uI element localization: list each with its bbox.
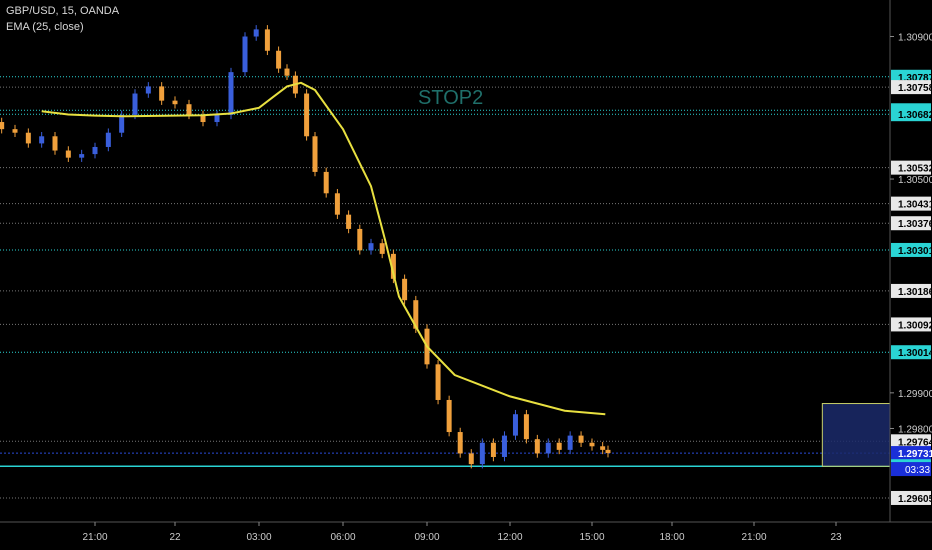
price-tag-label: 1.30532 [898,164,932,175]
x-tick-label: 12:00 [497,532,522,543]
x-tick-label: 15:00 [579,532,604,543]
y-tick-label: 1.30900 [898,33,932,44]
price-tag-label: 1.30758 [898,83,932,94]
candle-body[interactable] [605,449,611,454]
x-tick-label: 23 [830,532,842,543]
x-tick-label: 09:00 [414,532,439,543]
price-tag-label: 1.30186 [898,287,932,298]
candle-body[interactable] [228,72,234,115]
price-tag-label: 1.30376 [898,219,932,230]
x-tick-label: 22 [169,532,181,543]
candle-body[interactable] [304,93,310,137]
candle-body[interactable] [368,243,374,251]
candle-body[interactable] [92,146,98,155]
y-tick-label: 1.30500 [898,175,932,186]
candle-body[interactable] [600,446,606,450]
candle-body[interactable] [323,171,329,194]
candle-body[interactable] [284,68,290,76]
price-tag-label: 1.29605 [898,494,932,505]
candle-body[interactable] [65,150,71,158]
candle-body[interactable] [534,439,540,454]
candle-body[interactable] [264,29,270,51]
candle-body[interactable] [468,453,474,465]
candle-body[interactable] [172,100,178,105]
indicator-legend: EMA (25, close) [6,21,84,33]
candle-body[interactable] [119,114,125,133]
ema-line [41,81,606,416]
candle-body[interactable] [12,129,18,133]
candle-body[interactable] [545,442,551,454]
candle-body[interactable] [457,432,463,454]
y-tick-label: 1.29800 [898,424,932,435]
candle-body[interactable] [402,278,408,301]
candle-body[interactable] [490,442,496,457]
candle-body[interactable] [523,414,529,440]
candle-body[interactable] [446,399,452,433]
candle-body[interactable] [214,114,220,123]
chart-container[interactable]: STOP2 1.30900 1.30500 1.29900 1.29800 1.30787… [0,0,932,550]
price-tag-label: 1.30092 [898,320,932,331]
candle-body[interactable] [25,132,31,144]
candle-body[interactable] [105,132,111,147]
candle-body[interactable] [312,136,318,172]
candle-body[interactable] [512,414,518,436]
candle-body[interactable] [435,364,441,400]
symbol-legend: GBP/USD, 15, OANDA [6,5,120,17]
candle-body[interactable] [242,36,248,73]
price-tag-label: 1.30301 [898,246,932,257]
candle-body[interactable] [346,214,352,229]
countdown-label: 03:33 [905,465,930,476]
candle-body[interactable] [159,86,165,101]
candle-body[interactable] [132,93,138,115]
candle-body[interactable] [186,104,192,115]
candle-body[interactable] [501,435,507,457]
x-tick-label: 03:00 [246,532,271,543]
candle-body[interactable] [357,228,363,251]
candle-body[interactable] [0,122,5,130]
y-tick-label: 1.29900 [898,389,932,400]
candle-body[interactable] [253,29,259,37]
x-tick-label: 06:00 [330,532,355,543]
x-tick-label: 21:00 [741,532,766,543]
price-tag-label: 1.29731 [898,449,932,460]
candle-body[interactable] [589,442,595,447]
price-chart[interactable]: STOP21.309001.305001.299001.298001.30787… [0,0,932,550]
candle-body[interactable] [334,193,340,215]
price-tag-label: 1.30682 [898,110,932,121]
candle-body[interactable] [39,136,45,144]
candle-body[interactable] [276,50,282,69]
candle-body[interactable] [556,442,562,450]
candle-body[interactable] [578,435,584,443]
candle-body[interactable] [52,136,58,151]
price-tag-label: 1.30431 [898,200,932,211]
candle-body[interactable] [567,435,573,450]
x-tick-label: 18:00 [659,532,684,543]
candle-body[interactable] [379,243,385,254]
candle-body[interactable] [479,442,485,465]
candle-body[interactable] [79,154,85,158]
x-tick-label: 21:00 [82,532,107,543]
candle-body[interactable] [145,86,151,94]
stop2-annotation[interactable]: STOP2 [418,87,483,109]
price-tag-label: 1.30014 [898,348,932,359]
